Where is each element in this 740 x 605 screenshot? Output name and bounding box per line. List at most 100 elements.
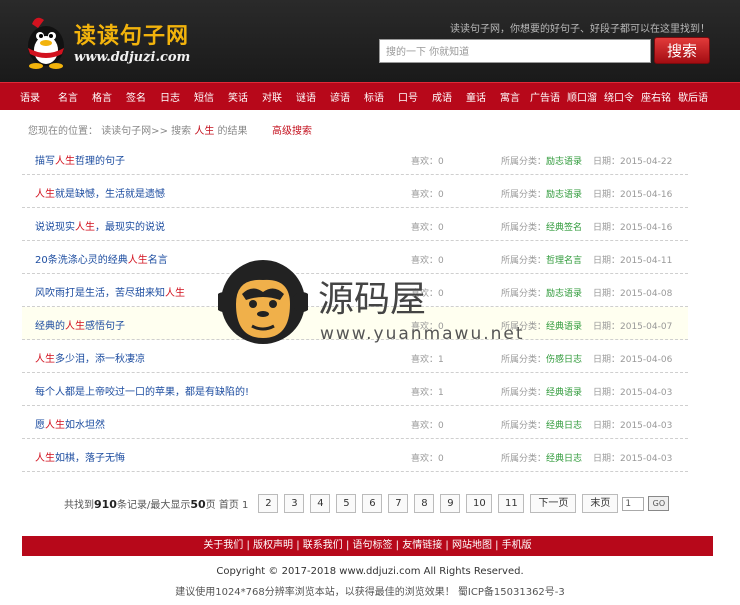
breadcrumb-site-link[interactable]: 读读句子网>> [101, 126, 168, 137]
result-category: 所属分类：伤感日志 [501, 355, 583, 365]
result-title-link[interactable]: 人生如棋，落子无悔 [35, 449, 125, 464]
penguin-mascot-icon [28, 17, 64, 69]
result-title-link[interactable]: 风吹雨打是生活，苦尽甜来知人生 [35, 284, 185, 299]
result-category: 所属分类：经典签名 [501, 223, 583, 233]
result-row: 愿人生如水坦然 喜欢：0 所属分类：经典日志 日期：2015-04-03 [22, 406, 688, 439]
breadcrumb-keyword: 人生 [194, 126, 215, 137]
nav-item[interactable]: 格言 [92, 89, 112, 104]
result-row: 描写人生哲理的句子 喜欢：0 所属分类：励志语录 日期：2015-04-22 [22, 142, 688, 175]
nav-item[interactable]: 标语 [364, 89, 384, 104]
nav-item[interactable]: 签名 [126, 89, 146, 104]
footer-links[interactable]: 关于我们 | 版权声明 | 联系我们 | 语句标签 | 友情链接 | 网站地图 … [22, 536, 713, 556]
category-link[interactable]: 经典签名 [546, 223, 582, 233]
nav-item[interactable]: 名言 [58, 89, 78, 104]
result-likes: 喜欢：1 [411, 388, 444, 398]
result-likes: 喜欢：0 [411, 289, 444, 299]
breadcrumb-search: 搜索 [171, 126, 192, 137]
pagination: 共找到910条记录/最大显示50页 首页 1 2 3 4 5 6 7 8 9 1… [64, 494, 670, 513]
go-button[interactable]: GO [648, 496, 670, 511]
search-input[interactable]: 搜的一下 你就知道 [379, 39, 651, 63]
next-page-button[interactable]: 下一页 [530, 494, 577, 513]
nav-item[interactable]: 谜语 [296, 89, 316, 104]
category-link[interactable]: 励志语录 [546, 157, 582, 167]
page-link[interactable]: 4 [310, 494, 331, 513]
page-link[interactable]: 5 [336, 494, 357, 513]
result-row: 人生就是缺憾，生活就是遗憾 喜欢：0 所属分类：励志语录 日期：2015-04-… [22, 175, 688, 208]
result-title-link[interactable]: 20条洗涤心灵的经典人生名言 [35, 251, 168, 266]
category-link[interactable]: 经典日志 [546, 421, 582, 431]
result-row: 说说现实人生，最现实的说说 喜欢：0 所属分类：经典签名 日期：2015-04-… [22, 208, 688, 241]
logo-title: 读读句子网 [74, 23, 190, 49]
category-link[interactable]: 经典日志 [546, 454, 582, 464]
result-title-link[interactable]: 描写人生哲理的句子 [35, 152, 125, 167]
result-category: 所属分类：经典日志 [501, 421, 583, 431]
nav-item[interactable]: 笑话 [228, 89, 248, 104]
browser-advice: 建议使用1024*768分辨率浏览本站，以获得最佳的浏览效果！ 蜀ICP备150… [175, 587, 565, 598]
nav-item[interactable]: 童话 [466, 89, 486, 104]
category-link[interactable]: 经典语录 [546, 322, 582, 332]
result-likes: 喜欢：0 [411, 256, 444, 266]
category-link[interactable]: 经典语录 [546, 388, 582, 398]
result-title-link[interactable]: 说说现实人生，最现实的说说 [35, 218, 165, 233]
category-link[interactable]: 哲理名言 [546, 256, 582, 266]
category-link[interactable]: 励志语录 [546, 289, 582, 299]
breadcrumb-prefix: 您现在的位置： [28, 126, 98, 137]
site-tagline: 读读句子网，你想要的好句子、好段子都可以在这里找到！ [450, 24, 710, 35]
page-link[interactable]: 11 [498, 494, 525, 513]
result-title-link[interactable]: 人生就是缺憾，生活就是遗憾 [35, 185, 165, 200]
result-count: 共找到910条记录/最大显示50页 首页 1 [64, 498, 249, 511]
breadcrumb: 您现在的位置： 读读句子网>> 搜索 人生 的结果 [28, 122, 248, 137]
nav-item[interactable]: 对联 [262, 89, 282, 104]
category-link[interactable]: 励志语录 [546, 190, 582, 200]
nav-item[interactable]: 口号 [398, 89, 418, 104]
result-date: 日期：2015-04-07 [593, 322, 673, 332]
page-link[interactable]: 8 [414, 494, 435, 513]
nav-item[interactable]: 短信 [194, 89, 214, 104]
page-number-input[interactable]: 1 [622, 496, 645, 511]
logo-url: www.ddjuzi.com [74, 50, 191, 65]
page-link[interactable]: 2 [258, 494, 279, 513]
result-likes: 喜欢：0 [411, 223, 444, 233]
result-title-link[interactable]: 人生多少泪，添一秋凄凉 [35, 350, 145, 365]
result-category: 所属分类：励志语录 [501, 190, 583, 200]
nav-item[interactable]: 日志 [160, 89, 180, 104]
page-link[interactable]: 10 [466, 494, 493, 513]
result-likes: 喜欢：1 [411, 355, 444, 365]
category-link[interactable]: 伤感日志 [546, 355, 582, 365]
result-date: 日期：2015-04-16 [593, 223, 673, 233]
result-title-link[interactable]: 经典的人生感悟句子 [35, 317, 125, 332]
nav-item[interactable]: 顺口溜 [567, 89, 597, 104]
results-list: 描写人生哲理的句子 喜欢：0 所属分类：励志语录 日期：2015-04-22 人… [22, 142, 688, 472]
result-date: 日期：2015-04-06 [593, 355, 673, 365]
result-category: 所属分类：哲理名言 [501, 256, 583, 266]
result-likes: 喜欢：0 [411, 190, 444, 200]
page-link[interactable]: 6 [362, 494, 383, 513]
page-link[interactable]: 7 [388, 494, 409, 513]
site-logo[interactable]: 读读句子网 www.ddjuzi.com [22, 14, 212, 72]
result-likes: 喜欢：0 [411, 454, 444, 464]
nav-item[interactable]: 谚语 [330, 89, 350, 104]
page-link[interactable]: 3 [284, 494, 305, 513]
result-title-link[interactable]: 每个人都是上帝咬过一口的苹果，都是有缺陷的! [35, 383, 249, 398]
advanced-search-link[interactable]: 高级搜索 [272, 122, 312, 137]
result-category: 所属分类：励志语录 [501, 157, 583, 167]
search-button[interactable]: 搜索 [654, 37, 710, 64]
nav-item[interactable]: 语录 [20, 89, 40, 104]
result-likes: 喜欢：0 [411, 322, 444, 332]
last-page-button[interactable]: 末页 [582, 494, 619, 513]
nav-item[interactable]: 成语 [432, 89, 452, 104]
nav-item[interactable]: 绕口令 [604, 89, 634, 104]
result-category: 所属分类：励志语录 [501, 289, 583, 299]
result-date: 日期：2015-04-03 [593, 388, 673, 398]
nav-item[interactable]: 广告语 [530, 89, 560, 104]
result-category: 所属分类：经典日志 [501, 454, 583, 464]
result-category: 所属分类：经典语录 [501, 322, 583, 332]
page-link[interactable]: 9 [440, 494, 461, 513]
result-date: 日期：2015-04-22 [593, 157, 673, 167]
nav-item[interactable]: 座右铭 [641, 89, 671, 104]
result-date: 日期：2015-04-16 [593, 190, 673, 200]
result-title-link[interactable]: 愿人生如水坦然 [35, 416, 105, 431]
result-row: 风吹雨打是生活，苦尽甜来知人生 喜欢：0 所属分类：励志语录 日期：2015-0… [22, 274, 688, 307]
nav-item[interactable]: 寓言 [500, 89, 520, 104]
nav-item[interactable]: 歇后语 [678, 89, 708, 104]
